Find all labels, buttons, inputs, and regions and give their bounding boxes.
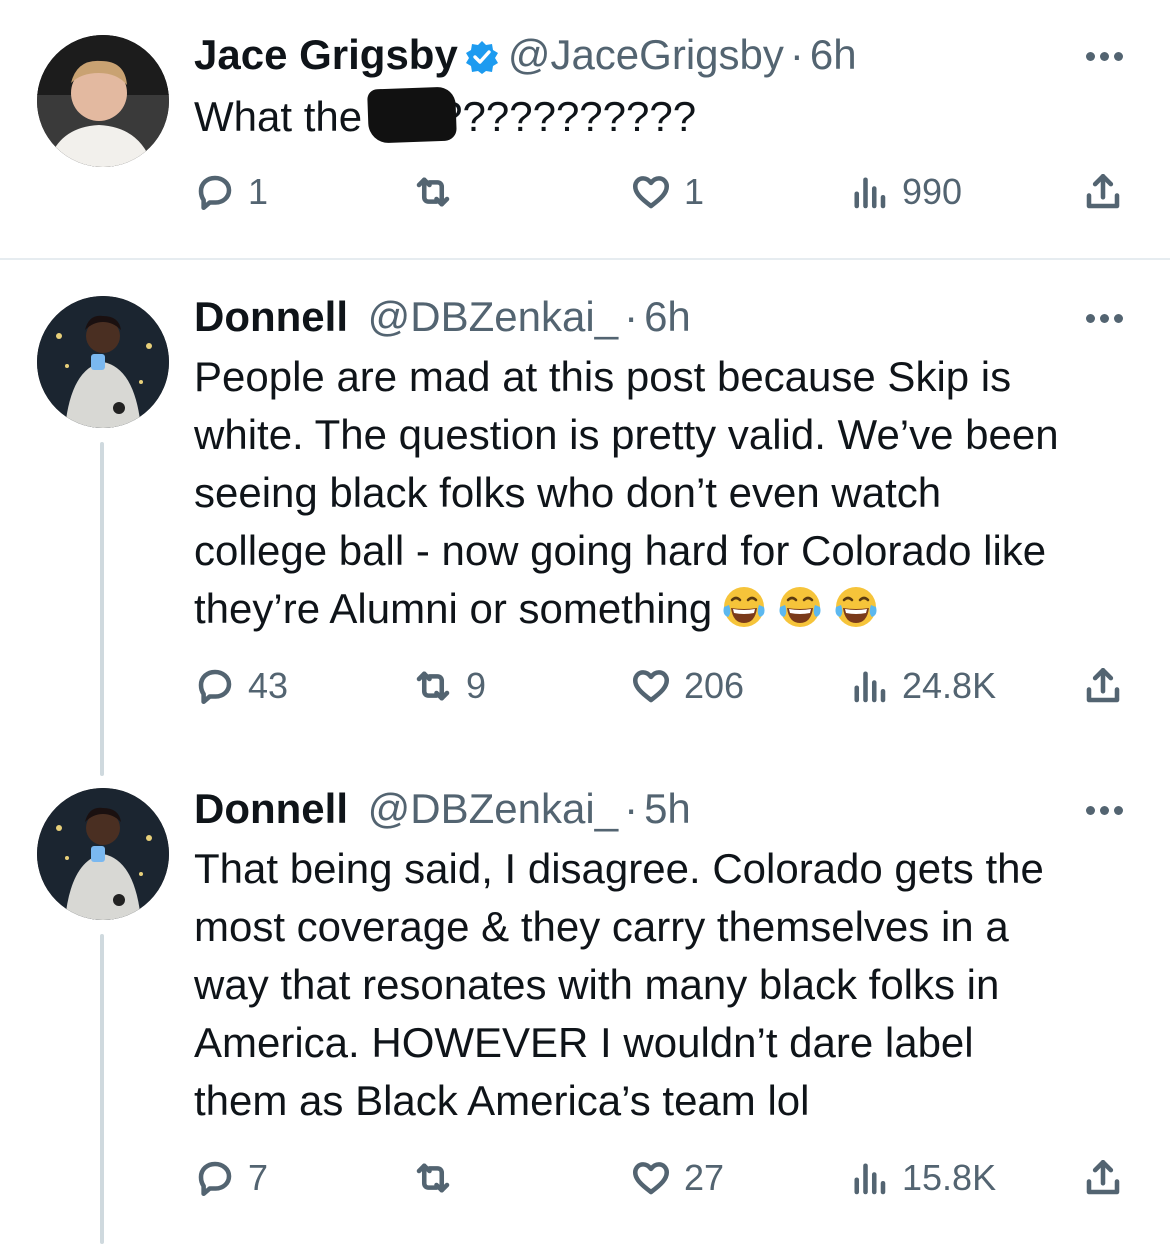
reply-icon xyxy=(198,175,232,211)
tweet-3[interactable]: Donnell @DBZenkai_ · 5h That being said, I… xyxy=(0,752,1170,1244)
views-chart-icon xyxy=(854,1163,886,1195)
author-name[interactable]: Donnell xyxy=(194,293,348,340)
author-handle[interactable]: @DBZenkai_ xyxy=(368,293,618,340)
laughing-crying-emoji-icon xyxy=(835,587,877,627)
tweet-1[interactable]: Jace Grigsby @JaceGrigsby·6h What the hel… xyxy=(0,0,1170,258)
views-chart-icon xyxy=(854,177,886,209)
heart-icon xyxy=(632,1162,670,1195)
more-options-icon[interactable] xyxy=(1086,802,1130,815)
heart-icon xyxy=(632,176,670,209)
avatar[interactable] xyxy=(37,296,169,428)
retweet-button[interactable]: 9 xyxy=(412,664,486,708)
share-icon xyxy=(1086,1159,1120,1195)
text-line: seeing black folks who don’t even watch xyxy=(194,469,942,516)
author-name[interactable]: Donnell xyxy=(194,785,348,832)
tweet-text: What the hell??????????? xyxy=(194,86,1144,146)
retweet-icon xyxy=(416,177,450,207)
reply-icon xyxy=(198,1161,232,1197)
share-button[interactable] xyxy=(1082,170,1124,214)
retweet-count: 9 xyxy=(466,665,487,706)
text-line: them as Black America’s team lol xyxy=(194,1077,810,1124)
text-line: college ball - now going hard for Colora… xyxy=(194,527,1047,574)
heart-icon xyxy=(632,670,670,703)
timestamp[interactable]: 6h xyxy=(644,293,691,340)
thread-line xyxy=(100,934,104,1244)
tweet-header: Jace Grigsby @JaceGrigsby · 6h xyxy=(194,30,857,86)
tweet-header: Donnell @DBZenkai_ · 6h xyxy=(194,292,691,342)
views-button[interactable]: 24.8K xyxy=(848,664,996,708)
retweet-button[interactable] xyxy=(412,1156,466,1200)
like-button[interactable]: 1 xyxy=(630,170,704,214)
redaction-scribble xyxy=(366,86,457,144)
retweet-icon xyxy=(416,1163,450,1193)
text-line-with-emoji: they’re Alumni or something xyxy=(194,580,1144,638)
verified-badge-icon xyxy=(464,36,500,86)
action-bar: 43 9 206 24.8K xyxy=(194,664,1134,708)
timestamp[interactable]: 6h xyxy=(810,31,857,78)
tweet-2[interactable]: Donnell @DBZenkai_ · 6h People are mad at … xyxy=(0,260,1170,780)
tweet-text: People are mad at this post because Skip… xyxy=(194,348,1144,638)
reply-button[interactable]: 1 xyxy=(194,170,268,214)
views-button[interactable]: 15.8K xyxy=(848,1156,996,1200)
text-line: America. HOWEVER I wouldn’t dare label xyxy=(194,1019,974,1066)
action-bar: 1 1 990 xyxy=(194,170,1134,214)
like-count: 206 xyxy=(684,665,745,706)
share-icon xyxy=(1086,173,1120,209)
share-button[interactable] xyxy=(1082,1156,1124,1200)
more-options-icon[interactable] xyxy=(1086,310,1130,323)
separator: · xyxy=(789,31,804,78)
views-button[interactable]: 990 xyxy=(848,170,962,214)
reply-count: 43 xyxy=(248,665,289,706)
text-line: they’re Alumni or something xyxy=(194,585,713,632)
retweet-icon xyxy=(416,671,450,701)
tweet-header: Donnell @DBZenkai_ · 5h xyxy=(194,784,691,834)
share-button[interactable] xyxy=(1082,664,1124,708)
view-count: 15.8K xyxy=(902,1157,997,1198)
like-count: 27 xyxy=(684,1157,725,1198)
avatar[interactable] xyxy=(37,35,169,167)
like-count: 1 xyxy=(684,171,705,212)
text-before: What the xyxy=(194,93,374,140)
separator: · xyxy=(624,293,639,340)
text-line: way that resonates with many black folks… xyxy=(194,961,1000,1008)
author-handle[interactable]: @JaceGrigsby xyxy=(508,31,784,78)
redacted-word: hell xyxy=(366,86,457,146)
timestamp[interactable]: 5h xyxy=(644,785,691,832)
thread-line xyxy=(100,442,104,776)
action-bar: 7 27 15.8K xyxy=(194,1156,1134,1200)
text-line: white. The question is pretty valid. We’… xyxy=(194,411,1059,458)
view-count: 24.8K xyxy=(902,665,997,706)
tweet-text: That being said, I disagree. Colorado ge… xyxy=(194,840,1144,1130)
reply-button[interactable]: 43 xyxy=(194,664,288,708)
avatar[interactable] xyxy=(37,788,169,920)
views-chart-icon xyxy=(854,671,886,703)
separator: · xyxy=(624,785,639,832)
like-button[interactable]: 206 xyxy=(630,664,744,708)
view-count: 990 xyxy=(902,171,963,212)
text-line: most coverage & they carry themselves in… xyxy=(194,903,1009,950)
more-options-icon[interactable] xyxy=(1086,48,1130,61)
text-line: That being said, I disagree. Colorado ge… xyxy=(194,845,1044,892)
retweet-button[interactable] xyxy=(412,170,466,214)
author-handle[interactable]: @DBZenkai_ xyxy=(368,785,618,832)
text-after: ??????????? xyxy=(439,93,697,140)
reply-count: 7 xyxy=(248,1157,269,1198)
reply-count: 1 xyxy=(248,171,269,212)
laughing-crying-emoji-icon xyxy=(723,587,765,627)
reply-button[interactable]: 7 xyxy=(194,1156,268,1200)
text-line: People are mad at this post because Skip… xyxy=(194,353,1012,400)
share-icon xyxy=(1086,667,1120,703)
reply-icon xyxy=(198,669,232,705)
author-name[interactable]: Jace Grigsby xyxy=(194,31,458,78)
laughing-crying-emoji-icon xyxy=(779,587,821,627)
like-button[interactable]: 27 xyxy=(630,1156,724,1200)
